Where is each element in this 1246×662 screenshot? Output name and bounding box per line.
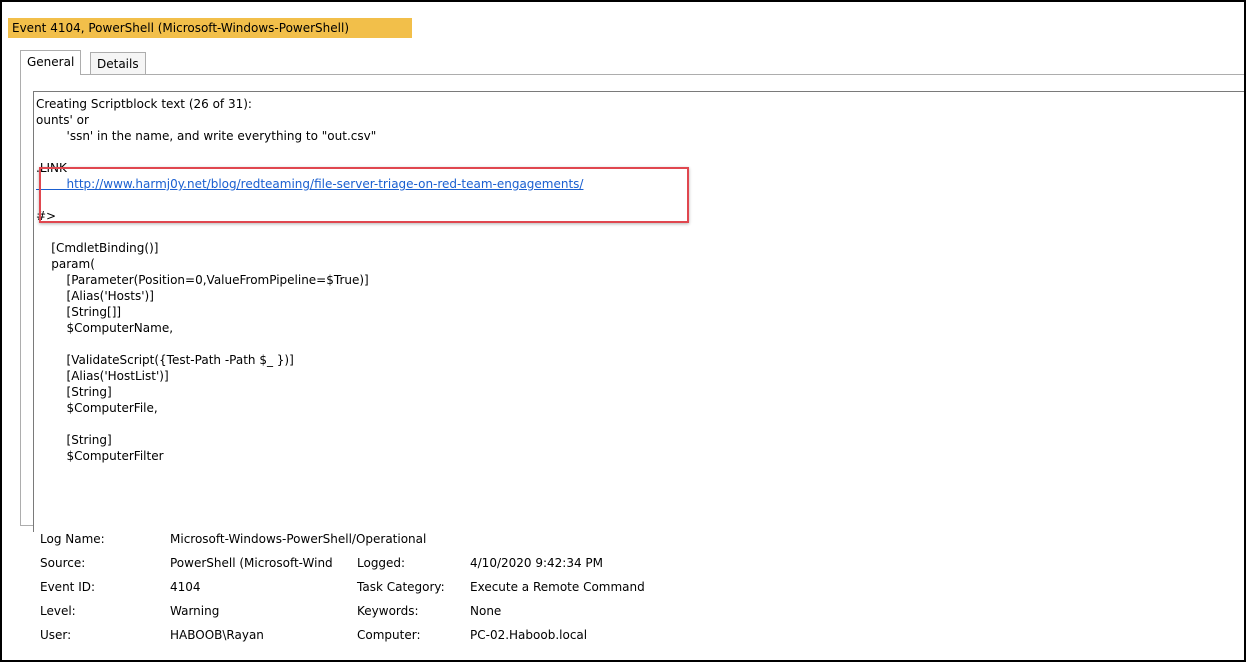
script-line: $ComputerName,	[36, 321, 174, 335]
level-label: Level:	[40, 604, 76, 618]
event-id-value: 4104	[170, 580, 201, 594]
script-line: [String]	[36, 433, 112, 447]
script-line: [ValidateScript({Test-Path -Path $_ })]	[36, 353, 294, 367]
script-line: [String[]]	[36, 305, 122, 319]
event-description-textbox[interactable]: Creating Scriptblock text (26 of 31): ou…	[33, 91, 1244, 532]
level-value: Warning	[170, 604, 220, 618]
logged-value: 4/10/2020 9:42:34 PM	[470, 556, 604, 570]
source-label: Source:	[40, 556, 86, 570]
script-line: $ComputerFilter	[36, 449, 164, 463]
script-line: [Parameter(Position=0,ValueFromPipeline=…	[36, 273, 369, 287]
user-value: HABOOB\Rayan	[170, 628, 264, 642]
source-value: PowerShell (Microsoft-Wind	[170, 556, 333, 570]
script-line: [Alias('HostList')]	[36, 369, 169, 383]
script-line: [String]	[36, 385, 112, 399]
task-category-label: Task Category:	[357, 580, 445, 594]
tab-details[interactable]: Details	[90, 52, 146, 75]
log-name-value: Microsoft-Windows-PowerShell/Operational	[170, 532, 427, 546]
computer-label: Computer:	[357, 628, 421, 642]
script-line: param(	[36, 257, 95, 271]
script-line: ounts' or	[36, 113, 89, 127]
log-name-label: Log Name:	[40, 532, 105, 546]
script-line: 'ssn' in the name, and write everything …	[36, 129, 377, 143]
annotation-highlight-box	[39, 167, 689, 223]
tab-container: General Details Creating Scriptblock tex…	[16, 42, 1244, 532]
keywords-value: None	[470, 604, 502, 618]
event-properties-window: Event 4104, PowerShell (Microsoft-Window…	[0, 0, 1246, 662]
script-line: [CmdletBinding()]	[36, 241, 159, 255]
script-line: Creating Scriptblock text (26 of 31):	[36, 97, 252, 111]
logged-label: Logged:	[357, 556, 406, 570]
general-tab-panel: Creating Scriptblock text (26 of 31): ou…	[20, 74, 1244, 532]
computer-value: PC-02.Haboob.local	[470, 628, 588, 642]
user-label: User:	[40, 628, 72, 642]
script-line: $ComputerFile,	[36, 401, 158, 415]
keywords-label: Keywords:	[357, 604, 419, 618]
task-category-value: Execute a Remote Command	[470, 580, 645, 594]
window-title: Event 4104, PowerShell (Microsoft-Window…	[8, 18, 412, 38]
script-line: [Alias('Hosts')]	[36, 289, 154, 303]
event-id-label: Event ID:	[40, 580, 96, 594]
tab-general[interactable]: General	[20, 50, 82, 75]
